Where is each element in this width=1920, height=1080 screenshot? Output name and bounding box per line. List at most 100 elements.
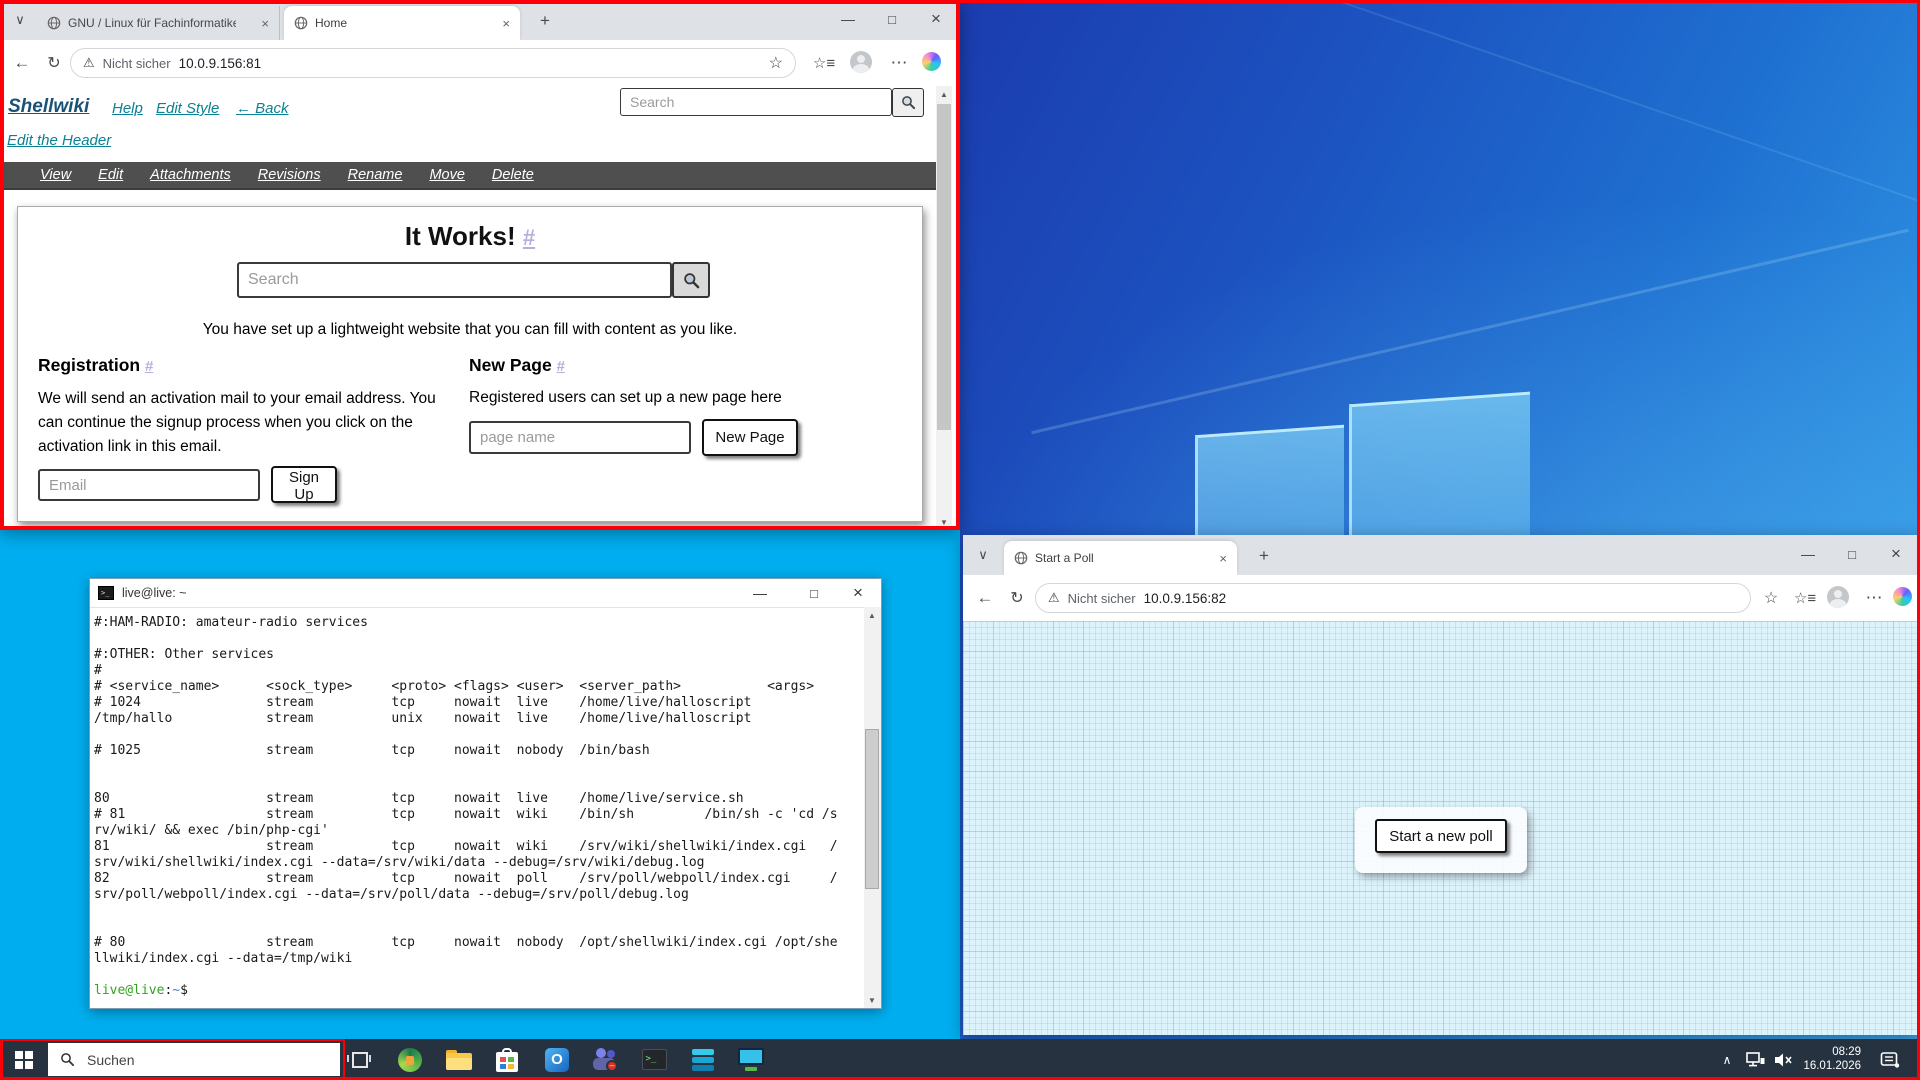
taskbar-app-teams[interactable]: – [583,1039,627,1080]
action-center-button[interactable] [1872,1039,1908,1080]
sign-up-button[interactable]: Sign Up [271,466,337,503]
nav-delete[interactable]: Delete [492,167,534,183]
tab-close-icon[interactable]: × [502,16,510,31]
taskbar-app-security[interactable] [388,1039,432,1080]
new-tab-button[interactable]: + [1251,545,1277,567]
wiki-content-card: It Works! # You have set up a lightweigh… [17,206,923,522]
reload-button[interactable]: ↻ [40,50,68,76]
favorites-list-icon[interactable]: ☆≡ [812,52,836,74]
network-icon[interactable] [1740,1039,1770,1080]
favorite-star-icon[interactable]: ☆ [769,53,783,73]
clock-date: 16.01.2026 [1795,1059,1861,1073]
site-title-link[interactable]: Shellwiki [8,96,89,118]
tab-close-icon[interactable]: × [1219,551,1227,566]
tab-close-icon[interactable]: × [261,16,269,31]
globe-icon [47,16,61,30]
taskbar-app-store[interactable] [485,1039,529,1080]
clock-time: 08:29 [1795,1045,1861,1059]
nav-view[interactable]: View [40,167,71,183]
taskbar-app-terminal[interactable]: >_ [632,1039,676,1080]
favorites-list-icon[interactable]: ☆≡ [1793,587,1817,609]
scrollbar-thumb[interactable] [865,729,879,889]
tab-home[interactable]: Home × [284,6,520,40]
scrollbar-thumb[interactable] [937,104,951,430]
terminal-line [94,967,864,983]
terminal-scrollbar[interactable]: ▲ ▼ [864,607,881,1008]
terminal-close-button[interactable]: × [838,576,878,610]
title-anchor-link[interactable]: # [523,225,535,250]
terminal-maximize-button[interactable]: □ [794,576,834,610]
help-link[interactable]: Help [112,100,143,117]
terminal-minimize-button[interactable]: — [740,576,780,610]
nav-rename[interactable]: Rename [348,167,403,183]
nav-attachments[interactable]: Attachments [150,167,231,183]
back-button[interactable]: ← [8,50,36,76]
new-tab-button[interactable]: + [532,10,558,32]
settings-menu-icon[interactable]: ⋯ [886,51,912,75]
close-button[interactable]: × [1876,537,1916,571]
registration-anchor-link[interactable]: # [145,358,153,375]
page-scrollbar[interactable]: ▲ ▼ [936,86,952,530]
poll-form-card: Start a new poll [1355,807,1527,873]
tray-chevron-icon[interactable]: ∧ [1712,1039,1742,1080]
edit-header-link[interactable]: Edit the Header [7,132,111,149]
wiki-page: Shellwiki Help Edit Style ← Back Edit th… [0,86,960,530]
taskbar-app-remote-desktop[interactable] [729,1039,773,1080]
email-field[interactable] [38,469,260,501]
taskbar-search-input[interactable] [85,1051,289,1069]
terminal-prompt[interactable]: live@live:~$ [94,983,864,999]
copilot-button[interactable] [1893,587,1912,606]
maximize-button[interactable]: □ [872,2,912,36]
wiki-search-button[interactable] [672,262,710,298]
back-button[interactable]: ← [971,585,999,611]
header-search-button[interactable] [892,88,924,117]
scroll-up-icon[interactable]: ▲ [864,607,880,623]
close-button[interactable]: × [916,2,956,36]
scroll-up-icon[interactable]: ▲ [936,86,952,102]
copilot-button[interactable] [922,52,941,71]
address-bar[interactable]: ⚠ Nicht sicher 10.0.9.156:82 [1035,583,1751,613]
address-bar[interactable]: ⚠ Nicht sicher 10.0.9.156:81 ☆ [70,48,796,78]
task-view-button[interactable] [337,1039,381,1080]
wiki-search-input[interactable] [237,262,672,298]
tab-search-chevron-icon[interactable]: ∨ [8,8,32,32]
nav-move[interactable]: Move [429,167,464,183]
terminal-titlebar[interactable]: >_ live@live: ~ — □ × [90,579,881,608]
volume-muted-icon[interactable] [1768,1039,1798,1080]
tab-gnu-linux[interactable]: GNU / Linux für Fachinformatiker ( × [37,6,280,40]
settings-menu-icon[interactable]: ⋯ [1861,586,1887,610]
nav-revisions[interactable]: Revisions [258,167,321,183]
start-button[interactable] [2,1039,46,1080]
new-page-button[interactable]: New Page [702,419,798,456]
taskbar-app-file-explorer[interactable] [437,1039,481,1080]
profile-avatar[interactable] [1827,586,1849,608]
security-label: Nicht sicher [103,56,171,71]
minimize-button[interactable]: — [828,2,868,36]
tab-strip: ∨ GNU / Linux für Fachinformatiker ( × H… [0,0,960,40]
profile-avatar[interactable] [850,51,872,73]
globe-icon [294,16,308,30]
maximize-button[interactable]: □ [1832,537,1872,571]
minimize-button[interactable]: — [1788,537,1828,571]
scroll-down-icon[interactable]: ▼ [864,992,880,1008]
start-new-poll-button[interactable]: Start a new poll [1375,819,1507,853]
header-search-input[interactable] [620,88,892,116]
ethernet-icon [1745,1051,1765,1068]
clock[interactable]: 08:29 16.01.2026 [1795,1045,1861,1073]
taskbar-app-server-stack[interactable] [681,1039,725,1080]
back-link[interactable]: ← Back [236,100,289,117]
edit-style-link[interactable]: Edit Style [156,100,219,117]
nav-edit[interactable]: Edit [98,167,123,183]
favorite-star-icon[interactable]: ☆ [1759,587,1783,609]
taskbar-app-outlook[interactable]: O [535,1039,579,1080]
taskbar-search[interactable] [48,1043,340,1076]
tab-search-chevron-icon[interactable]: ∨ [971,543,995,567]
new-page-anchor-link[interactable]: # [557,358,565,375]
page-name-field[interactable] [469,421,691,454]
tab-start-a-poll[interactable]: Start a Poll × [1004,541,1237,575]
intro-text: You have set up a lightweight website th… [18,321,922,339]
reload-button[interactable]: ↻ [1003,585,1031,611]
avatar-icon [1827,586,1849,608]
scroll-down-icon[interactable]: ▼ [936,514,952,530]
new-page-heading: New Page # [469,355,565,376]
